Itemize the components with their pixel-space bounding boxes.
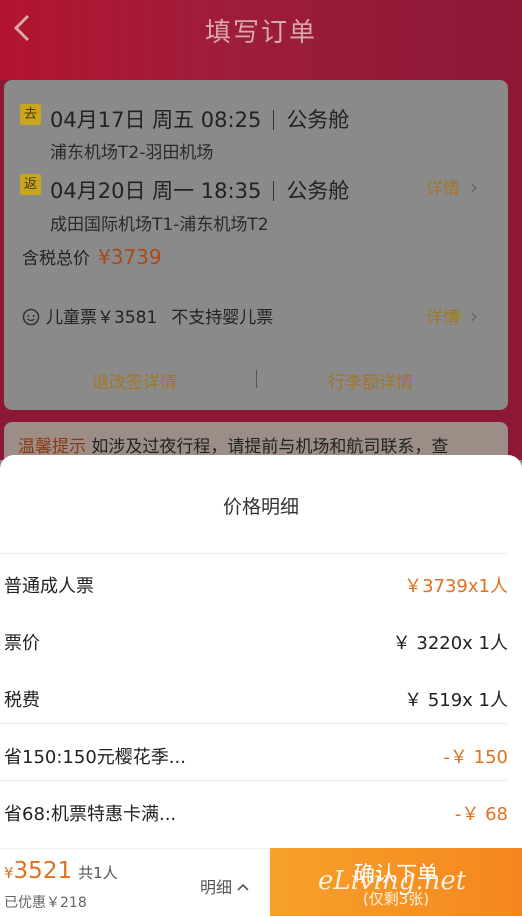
chevron-up-icon [237, 883, 249, 891]
divider [273, 110, 275, 130]
divider [0, 553, 508, 554]
outbound-cabin: 公务舱 [286, 108, 350, 132]
tip-label: 温馨提示 [18, 437, 86, 457]
return-badge: 返 [20, 174, 41, 195]
price-detail-toggle-label: 明细 [200, 878, 233, 897]
divider [273, 181, 275, 201]
return-cabin: 公务舱 [286, 179, 350, 203]
header-bar: 填写订单 [0, 0, 522, 80]
fare-label: 票价 [4, 633, 40, 654]
outbound-badge: 去 [20, 104, 41, 125]
divider [0, 723, 508, 724]
child-face-icon [22, 308, 40, 326]
passenger-count: 共1人 [78, 864, 118, 882]
return-line: 04月20日 周一 18:35 公务舱 [50, 175, 349, 205]
link-divider [256, 370, 257, 388]
discount-card-label: 省68:机票特惠卡满... [4, 804, 177, 825]
confirm-order-button[interactable]: 确认下单 (仅剩3张) [270, 848, 522, 916]
total-price-row: 含税总价 ¥3739 [22, 244, 162, 269]
currency-symbol: ¥ [4, 864, 14, 882]
total-price-label: 含税总价 [22, 249, 90, 269]
tax-value: ￥ 519x 1人 [404, 690, 508, 711]
confirm-order-label: 确认下单 [354, 862, 438, 886]
discount-sakura-value: -￥ 150 [443, 747, 508, 768]
child-detail-link[interactable]: 详情 › [426, 303, 478, 328]
tax-label: 税费 [4, 690, 40, 711]
child-detail-label: 详情 [426, 308, 460, 328]
saved-amount: 已优惠￥218 [4, 895, 87, 911]
total-price: ¥3521 共1人 [4, 858, 118, 884]
outbound-line: 04月17日 周五 08:25 公务舱 [50, 104, 349, 134]
tip-text: 温馨提示 如涉及过夜行程，请提前与机场和航司联系，查 [18, 432, 448, 457]
flight-detail-label: 详情 [426, 179, 460, 199]
page-title: 填写订单 [204, 18, 317, 48]
total-price-amount: ¥3739 [98, 245, 162, 269]
outbound-route: 浦东机场T2-羽田机场 [50, 143, 214, 163]
discount-card-value: -￥ 68 [454, 804, 508, 825]
outbound-datetime: 04月17日 周五 08:25 [50, 108, 262, 132]
return-route: 成田国际机场T1-浦东机场T2 [50, 215, 269, 235]
chevron-right-icon: › [470, 304, 478, 328]
return-datetime: 04月20日 周一 18:35 [50, 179, 262, 203]
total-amount: 3521 [13, 858, 73, 884]
flight-detail-link[interactable]: 详情 › [426, 174, 478, 199]
tip-body: 如涉及过夜行程，请提前与机场和航司联系，查 [86, 437, 449, 457]
discount-sakura-label: 省150:150元樱花季... [4, 747, 186, 768]
child-ticket-row: 儿童票￥3581 不支持婴儿票 [22, 303, 273, 328]
price-detail-toggle[interactable]: 明细 [200, 874, 250, 898]
child-ticket-price: 儿童票￥3581 [46, 308, 158, 328]
chevron-right-icon: › [470, 175, 478, 199]
adult-ticket-value: ￥3739x1人 [404, 576, 508, 597]
sheet-title: 价格明细 [222, 496, 299, 518]
adult-ticket-label: 普通成人票 [4, 576, 94, 597]
fare-value: ￥ 3220x 1人 [392, 633, 508, 654]
no-infant-text: 不支持婴儿票 [171, 308, 274, 328]
baggage-allowance-link[interactable]: 行李额详情 [328, 368, 413, 393]
remaining-tickets: (仅剩3张) [362, 890, 430, 908]
refund-change-link[interactable]: 退改签详情 [92, 368, 177, 393]
divider [0, 780, 508, 781]
